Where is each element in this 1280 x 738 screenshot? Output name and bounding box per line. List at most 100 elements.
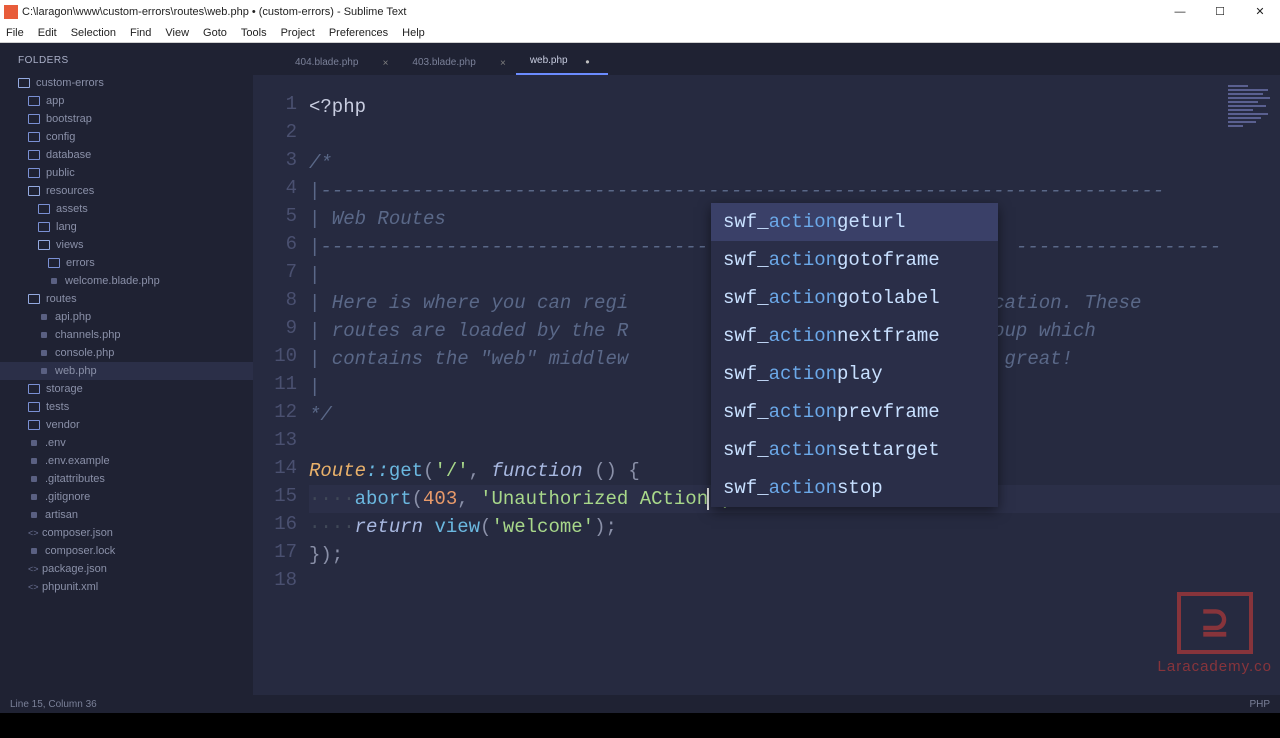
tree-item-errors[interactable]: errors	[0, 254, 253, 272]
autocomplete-item[interactable]: swf_actiongotoframe	[711, 241, 998, 279]
tab-close-icon[interactable]: ×	[383, 58, 389, 69]
tree-item-label: artisan	[45, 509, 78, 521]
tree-item-phpunit-xml[interactable]: <>phpunit.xml	[0, 578, 253, 596]
file-icon	[31, 458, 37, 464]
editor: 404.blade.php×403.blade.php×web.php• 123…	[253, 43, 1280, 695]
tree-item-tests[interactable]: tests	[0, 398, 253, 416]
code-file-icon: <>	[28, 564, 36, 574]
tree-item-routes[interactable]: routes	[0, 290, 253, 308]
tree-item-label: custom-errors	[36, 77, 104, 89]
minimize-button[interactable]: —	[1160, 0, 1200, 23]
tree-item-label: app	[46, 95, 64, 107]
menu-find[interactable]: Find	[130, 27, 151, 39]
sidebar: FOLDERS custom-errorsappbootstrapconfigd…	[0, 43, 253, 695]
tab-web-php[interactable]: web.php•	[516, 48, 608, 75]
tree-item-assets[interactable]: assets	[0, 200, 253, 218]
tree-item-lang[interactable]: lang	[0, 218, 253, 236]
menu-view[interactable]: View	[165, 27, 189, 39]
menu-goto[interactable]: Goto	[203, 27, 227, 39]
code-lines[interactable]: <?php /* |------------------------------…	[309, 75, 1280, 695]
tree-item--env[interactable]: .env	[0, 434, 253, 452]
tree-item-label: .env.example	[45, 455, 110, 467]
tree-item--env-example[interactable]: .env.example	[0, 452, 253, 470]
folder-icon	[38, 240, 50, 250]
tree-item-views[interactable]: views	[0, 236, 253, 254]
autocomplete-item[interactable]: swf_actionplay	[711, 355, 998, 393]
app-icon	[4, 5, 18, 19]
menu-edit[interactable]: Edit	[38, 27, 57, 39]
tree-item--gitattributes[interactable]: .gitattributes	[0, 470, 253, 488]
autocomplete-item[interactable]: swf_actionsettarget	[711, 431, 998, 469]
tree-item-label: composer.lock	[45, 545, 115, 557]
tree-item-console-php[interactable]: console.php	[0, 344, 253, 362]
tree-item-custom-errors[interactable]: custom-errors	[0, 74, 253, 92]
tree-item-composer-lock[interactable]: composer.lock	[0, 542, 253, 560]
tab-bar: 404.blade.php×403.blade.php×web.php•	[253, 43, 1280, 75]
file-icon	[41, 332, 47, 338]
tree-item-label: package.json	[42, 563, 107, 575]
folder-icon	[28, 168, 40, 178]
code-file-icon: <>	[28, 528, 36, 538]
tree-item-resources[interactable]: resources	[0, 182, 253, 200]
file-icon	[31, 440, 37, 446]
tab-404-blade-php[interactable]: 404.blade.php×	[281, 50, 398, 75]
menu-help[interactable]: Help	[402, 27, 425, 39]
tree-item-bootstrap[interactable]: bootstrap	[0, 110, 253, 128]
menu-project[interactable]: Project	[281, 27, 315, 39]
tab-close-icon[interactable]: ×	[500, 58, 506, 69]
autocomplete-item[interactable]: swf_actionstop	[711, 469, 998, 507]
autocomplete-item[interactable]: swf_actiongotolabel	[711, 279, 998, 317]
tree-item-welcome-blade-php[interactable]: welcome.blade.php	[0, 272, 253, 290]
autocomplete-popup[interactable]: swf_actiongeturlswf_actiongotoframeswf_a…	[711, 203, 998, 507]
tree-item-database[interactable]: database	[0, 146, 253, 164]
menu-tools[interactable]: Tools	[241, 27, 267, 39]
file-icon	[31, 512, 37, 518]
maximize-button[interactable]: ☐	[1200, 0, 1240, 23]
tree-item-label: api.php	[55, 311, 91, 323]
tree-item-label: tests	[46, 401, 69, 413]
autocomplete-item[interactable]: swf_actiongeturl	[711, 203, 998, 241]
tree-item-package-json[interactable]: <> package.json	[0, 560, 253, 578]
menu-selection[interactable]: Selection	[71, 27, 116, 39]
autocomplete-item[interactable]: swf_actionnextframe	[711, 317, 998, 355]
menu-preferences[interactable]: Preferences	[329, 27, 388, 39]
window-title: C:\laragon\www\custom-errors\routes\web.…	[22, 6, 407, 18]
tree-item--gitignore[interactable]: .gitignore	[0, 488, 253, 506]
window-controls: — ☐ ✕	[1160, 0, 1280, 23]
tree-item-storage[interactable]: storage	[0, 380, 253, 398]
tree-item-api-php[interactable]: api.php	[0, 308, 253, 326]
tree-item-composer-json[interactable]: <>composer.json	[0, 524, 253, 542]
tree-item-channels-php[interactable]: channels.php	[0, 326, 253, 344]
tree-item-public[interactable]: public	[0, 164, 253, 182]
code-area[interactable]: 123456789101112131415161718 <?php /* |--…	[253, 75, 1280, 695]
autocomplete-item[interactable]: swf_actionprevframe	[711, 393, 998, 431]
tree-item-label: database	[46, 149, 91, 161]
tree-item-label: lang	[56, 221, 77, 233]
tree-item-label: assets	[56, 203, 88, 215]
close-button[interactable]: ✕	[1240, 0, 1280, 23]
minimap[interactable]	[1228, 85, 1278, 145]
tree-item-web-php[interactable]: web.php	[0, 362, 253, 380]
folder-icon	[28, 132, 40, 142]
tree-item-artisan[interactable]: artisan	[0, 506, 253, 524]
tab-403-blade-php[interactable]: 403.blade.php×	[398, 50, 515, 75]
tree-item-label: routes	[46, 293, 77, 305]
tree-item-app[interactable]: app	[0, 92, 253, 110]
tree-item-config[interactable]: config	[0, 128, 253, 146]
file-icon	[41, 368, 47, 374]
menu-file[interactable]: File	[6, 27, 24, 39]
folder-icon	[28, 186, 40, 196]
file-icon	[31, 494, 37, 500]
file-icon	[31, 476, 37, 482]
folder-icon	[28, 294, 40, 304]
bottom-black-bar	[0, 713, 1280, 738]
statusbar: Line 15, Column 36 PHP	[0, 695, 1280, 713]
folder-icon	[28, 384, 40, 394]
tree-item-label: web.php	[55, 365, 97, 377]
tree-item-label: .gitattributes	[45, 473, 105, 485]
tree-item-vendor[interactable]: vendor	[0, 416, 253, 434]
tree-item-label: resources	[46, 185, 94, 197]
dirty-indicator: •	[585, 55, 589, 69]
status-syntax[interactable]: PHP	[1249, 699, 1270, 710]
folder-icon	[28, 114, 40, 124]
